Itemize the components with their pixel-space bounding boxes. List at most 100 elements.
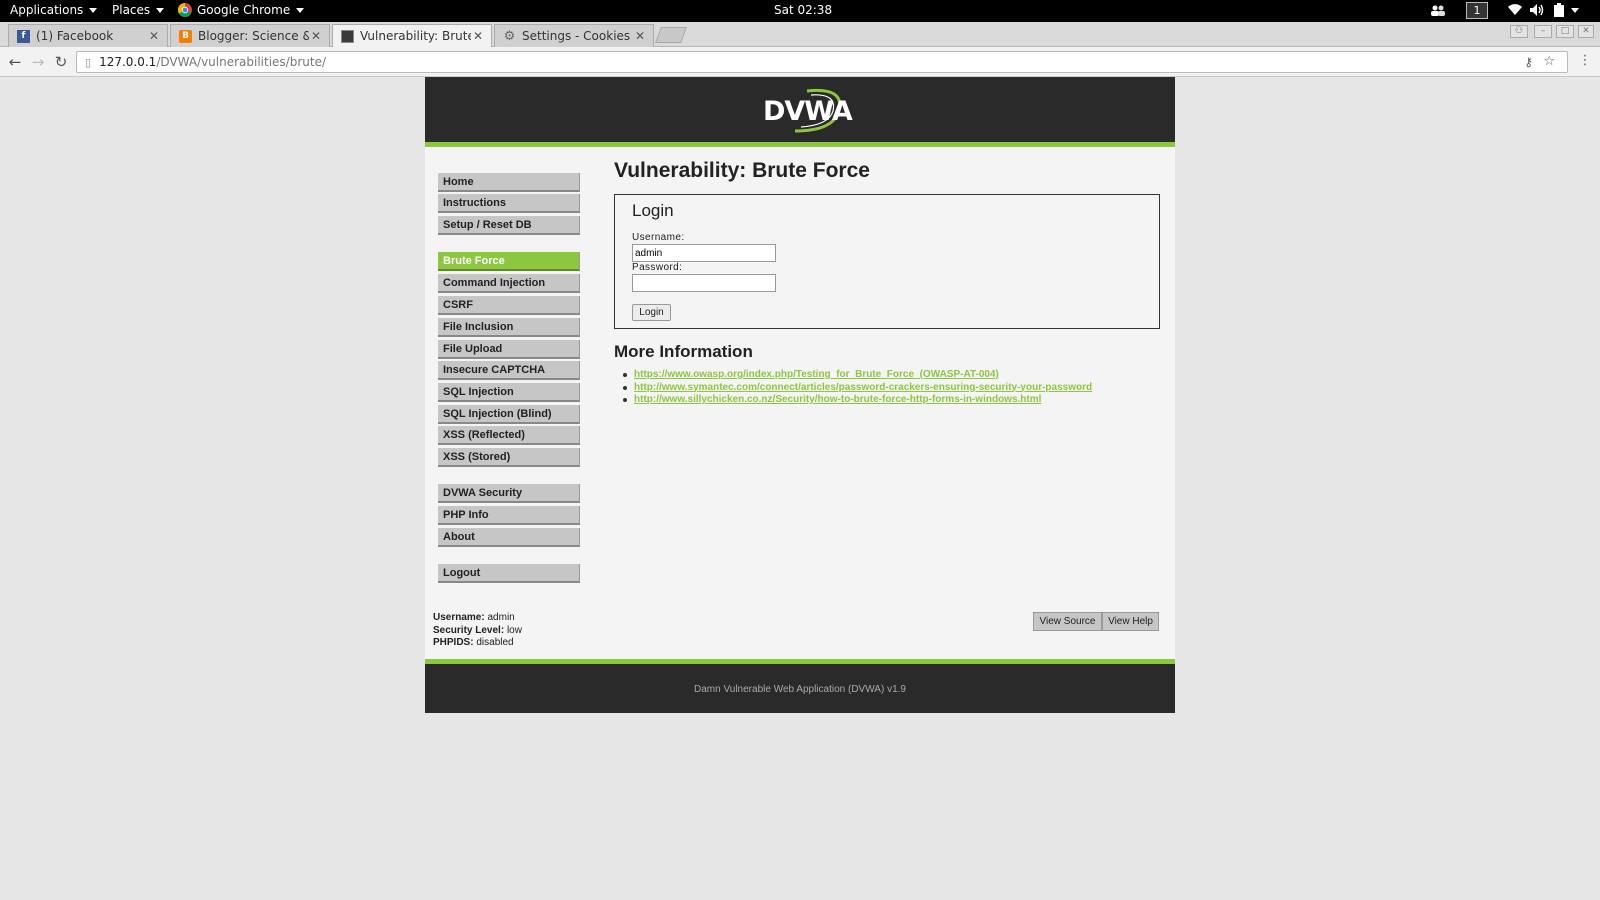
blogger-icon: B [179,29,192,43]
profile-icon[interactable]: ⚇ [1510,25,1528,38]
phpids-value: disabled [476,637,514,648]
menu-item-logout[interactable]: Logout [438,564,580,583]
chrome-icon [178,3,192,17]
chevron-down-icon [156,7,165,13]
menu-item-file-inclusion[interactable]: File Inclusion [438,318,580,337]
list-item: http://www.symantec.com/connect/articles… [622,382,1092,395]
view-help-button[interactable]: View Help [1102,612,1159,631]
owasp-link[interactable]: https://www.owasp.org/index.php/Testing_… [634,369,999,380]
menu-item-instructions[interactable]: Instructions [438,194,580,213]
applications-label: Applications [10,3,84,17]
people-icon[interactable] [1430,4,1446,17]
volume-icon[interactable] [1530,4,1545,16]
wifi-icon[interactable] [1508,4,1522,16]
close-icon[interactable]: ✕ [471,29,485,43]
window-close-icon[interactable]: ✕ [1578,25,1594,38]
url-host: 127.0.0.1 [99,55,157,69]
chrome-menu-icon[interactable]: ⋮ [1576,53,1594,68]
chevron-down-icon [1571,7,1579,13]
login-title: Login [632,201,674,220]
dvwa-header: DVWA [425,77,1175,147]
menu-item-file-upload[interactable]: File Upload [438,340,580,359]
menu-item-dvwa-security[interactable]: DVWA Security [438,484,580,503]
back-arrow-icon[interactable]: ← [6,53,24,71]
dvwa-page: DVWA Home Instructions Setup / Reset DB … [425,77,1175,713]
maximize-icon[interactable]: □ [1556,25,1574,38]
active-app-label: Google Chrome [197,3,291,17]
facebook-icon: f [17,29,30,43]
browser-toolbar: ← → ↻ ▯ 127.0.0.1/DVWA/vulnerabilities/b… [0,47,1600,77]
chevron-down-icon [89,7,98,13]
security-level-label: Security Level: [433,624,505,636]
tab-settings-cookies[interactable]: ⚙ Settings - Cookies a ✕ [494,24,654,47]
session-info: Username: admin Security Level: low PHPI… [433,612,522,650]
username-info-label: Username: [433,612,485,623]
menu-item-setup-reset-db[interactable]: Setup / Reset DB [438,216,580,235]
menu-item-sql-injection[interactable]: SQL Injection [438,383,580,402]
menu-item-command-injection[interactable]: Command Injection [438,274,580,293]
tab-brute-force[interactable]: Vulnerability: Brute ✕ [332,24,492,47]
workspace-number: 1 [1473,4,1481,17]
clock-label: Sat 02:38 [774,3,833,17]
more-information-links: https://www.owasp.org/index.php/Testing_… [622,369,1092,407]
menu-item-php-info[interactable]: PHP Info [438,506,580,525]
places-menu[interactable]: Places [112,3,165,17]
menu-item-xss-stored[interactable]: XSS (Stored) [438,448,580,467]
active-app-menu[interactable]: Google Chrome [178,3,305,17]
close-icon[interactable]: ✕ [147,29,161,43]
view-source-button[interactable]: View Source [1033,612,1102,631]
page-title: Vulnerability: Brute Force [614,159,870,182]
menu-item-xss-reflected[interactable]: XSS (Reflected) [438,426,580,445]
login-form: Login Username: Password: Login [614,194,1160,329]
close-icon[interactable]: ✕ [633,29,647,43]
battery-icon [1554,3,1564,17]
chevron-down-icon [296,7,305,13]
tab-facebook[interactable]: f (1) Facebook ✕ [8,24,168,47]
menu-item-brute-force[interactable]: Brute Force [438,252,580,271]
list-item: https://www.owasp.org/index.php/Testing_… [622,369,1092,382]
tab-blogger[interactable]: B Blogger: Science & ✕ [170,24,330,47]
menu-item-about[interactable]: About [438,528,580,547]
password-label: Password: [632,262,683,273]
bookmark-star-icon[interactable]: ☆ [1543,54,1555,69]
reload-icon[interactable]: ↻ [52,53,70,71]
workspace-indicator[interactable]: 1 [1466,2,1488,19]
dvwa-icon [341,29,354,43]
login-button[interactable]: Login [632,304,671,321]
gear-icon: ⚙ [503,28,516,44]
username-field[interactable] [632,244,776,262]
system-top-panel: Applications Places Google Chrome Sat 02… [0,0,1600,22]
logo-text: DVWA [763,96,853,127]
power-menu[interactable] [1553,3,1579,17]
symantec-link[interactable]: http://www.symantec.com/connect/articles… [634,382,1092,393]
sillychicken-link[interactable]: http://www.sillychicken.co.nz/Security/h… [634,394,1041,405]
address-bar[interactable]: ▯ 127.0.0.1/DVWA/vulnerabilities/brute/ … [76,51,1568,73]
url-path: /DVWA/vulnerabilities/brute/ [156,55,327,69]
list-item: http://www.sillychicken.co.nz/Security/h… [622,394,1092,407]
minimize-icon[interactable]: – [1534,25,1552,38]
tab-label: Blogger: Science & [198,29,309,43]
security-level-value: low [506,624,522,636]
password-field[interactable] [632,274,776,292]
menu-item-sql-injection-blind[interactable]: SQL Injection (Blind) [438,405,580,424]
applications-menu[interactable]: Applications [10,3,98,17]
username-label: Username: [632,232,685,243]
dvwa-logo[interactable]: DVWA [755,85,853,135]
browser-tab-strip: f (1) Facebook ✕ B Blogger: Science & ✕ … [0,22,1600,47]
forward-arrow-icon[interactable]: → [29,53,47,71]
new-tab-button[interactable] [655,27,687,43]
menu-item-home[interactable]: Home [438,173,580,192]
menu-item-csrf[interactable]: CSRF [438,296,580,315]
clock[interactable]: Sat 02:38 [774,3,832,17]
tab-label: Settings - Cookies a [522,29,633,43]
close-icon[interactable]: ✕ [309,29,323,43]
dvwa-footer: Damn Vulnerable Web Application (DVWA) v… [425,659,1175,713]
key-icon[interactable]: ⚷ [1524,55,1533,69]
more-information-heading: More Information [614,342,753,361]
menu-item-insecure-captcha[interactable]: Insecure CAPTCHA [438,361,580,380]
footer-text: Damn Vulnerable Web Application (DVWA) v… [694,684,906,695]
phpids-label: PHPIDS: [433,637,474,648]
tab-label: Vulnerability: Brute [360,29,471,43]
username-info-value: admin [487,612,515,623]
page-icon: ▯ [85,55,92,69]
